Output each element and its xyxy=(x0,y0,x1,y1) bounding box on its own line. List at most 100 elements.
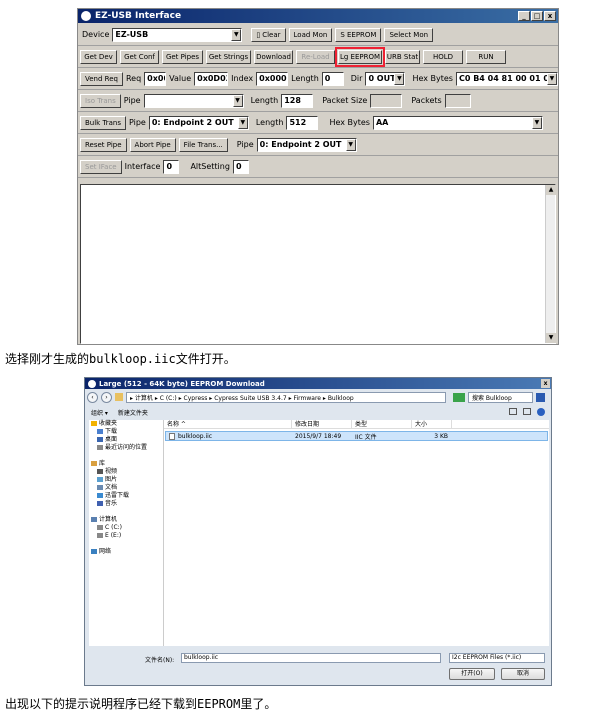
file-trans-button[interactable]: File Trans... xyxy=(178,137,228,152)
file-type-filter[interactable]: I2c EEPROM Files (*.iic) xyxy=(449,653,545,663)
bulk-trans-button[interactable]: Bulk Trans xyxy=(80,115,126,130)
reload-button[interactable]: Re-Load xyxy=(296,49,335,64)
device-select[interactable]: EZ-USB ▼ xyxy=(112,27,243,42)
file-row[interactable]: bulkloop.iic 2015/9/7 18:49 IIC 文件 3 KB xyxy=(165,431,548,441)
help-icon[interactable] xyxy=(537,408,545,416)
nav-item[interactable]: 视频 xyxy=(89,468,163,476)
nav-item[interactable]: 收藏夹 xyxy=(89,420,163,428)
interface-input[interactable]: 0 xyxy=(163,159,180,174)
length-input[interactable]: 0 xyxy=(321,71,344,86)
nav-item[interactable]: C (C:) xyxy=(89,524,163,532)
address-path[interactable]: ▸ 计算机 ▸ C (C:) ▸ Cypress ▸ Cypress Suite… xyxy=(126,391,446,403)
scroll-up-icon[interactable]: ▲ xyxy=(546,185,556,195)
refresh-icon[interactable] xyxy=(453,392,465,402)
nav-item-label: E (E:) xyxy=(105,532,122,539)
iso-pipe-select[interactable]: ▼ xyxy=(143,93,244,108)
abort-pipe-button[interactable]: Abort Pipe xyxy=(129,137,176,152)
nav-item[interactable]: 网络 xyxy=(89,548,163,556)
dialog-bottom: 文件名(N): bulkloop.iic I2c EEPROM Files (*… xyxy=(85,650,551,686)
nav-item-icon xyxy=(97,485,103,490)
view-icon[interactable] xyxy=(509,408,517,415)
nav-item[interactable]: 最近访问的位置 xyxy=(89,444,163,452)
column-date[interactable]: 修改日期 xyxy=(292,419,352,429)
organize-button[interactable]: 组织 ▾ xyxy=(91,408,108,417)
bulk-pipe-label: Pipe xyxy=(128,118,146,127)
forward-icon[interactable]: › xyxy=(101,391,112,403)
chevron-down-icon: ▼ xyxy=(546,72,557,85)
reset-pipe-button[interactable]: Reset Pipe xyxy=(80,137,127,152)
hold-button[interactable]: HOLD xyxy=(423,49,463,64)
packet-size-input[interactable] xyxy=(370,93,403,108)
column-type[interactable]: 类型 xyxy=(352,419,412,429)
index-input[interactable]: 0x0000 xyxy=(256,71,289,86)
packets-input[interactable] xyxy=(444,93,471,108)
preview-pane-icon[interactable] xyxy=(523,408,531,415)
nav-item[interactable]: 图片 xyxy=(89,476,163,484)
output-scrollbar[interactable]: ▲ ▼ xyxy=(545,185,556,343)
nav-item[interactable]: 迅雷下载 xyxy=(89,492,163,500)
output-textarea[interactable]: ▲ ▼ xyxy=(80,184,556,344)
s-eeprom-button[interactable]: S EEPROM xyxy=(335,27,382,42)
iso-trans-button[interactable]: Iso Trans xyxy=(80,93,121,108)
value-input[interactable]: 0x0D03 xyxy=(194,71,229,86)
urb-stat-button[interactable]: URB Stat xyxy=(385,49,420,64)
bulk-length-input[interactable]: 512 xyxy=(286,115,319,130)
lg-eeprom-button[interactable]: Lg EEPROM xyxy=(335,46,385,67)
iso-length-input[interactable]: 128 xyxy=(281,93,314,108)
set-iface-button[interactable]: Set IFace xyxy=(80,159,122,174)
nav-item[interactable]: 音乐 xyxy=(89,500,163,508)
nav-item-icon xyxy=(97,533,103,538)
nav-item-icon xyxy=(97,501,103,506)
nav-item[interactable]: 下载 xyxy=(89,428,163,436)
vend-req-button[interactable]: Vend Req xyxy=(80,71,123,86)
iso-pipe-label: Pipe xyxy=(123,96,141,105)
new-folder-button[interactable]: 新建文件夹 xyxy=(118,408,148,417)
select-mon-button[interactable]: Select Mon xyxy=(384,27,434,42)
dialog-title: Large (512 - 64K byte) EEPROM Download xyxy=(99,379,265,388)
get-dev-button[interactable]: Get Dev xyxy=(80,49,117,64)
address-bar-row: ‹ › ▸ 计算机 ▸ C (C:) ▸ Cypress ▸ Cypress S… xyxy=(85,390,551,404)
search-icon[interactable] xyxy=(536,392,545,402)
back-icon[interactable]: ‹ xyxy=(87,391,98,403)
maximize-button[interactable]: □ xyxy=(531,11,543,21)
load-mon-button[interactable]: Load Mon xyxy=(288,27,333,42)
minimize-button[interactable]: _ xyxy=(518,11,530,21)
alt-setting-input[interactable]: 0 xyxy=(232,159,249,174)
get-strings-button[interactable]: Get Strings xyxy=(206,49,251,64)
close-button[interactable]: x xyxy=(544,11,556,21)
file-open-dialog: Large (512 - 64K byte) EEPROM Download x… xyxy=(84,377,552,686)
get-conf-button[interactable]: Get Conf xyxy=(120,49,159,64)
nav-item[interactable]: 桌面 xyxy=(89,436,163,444)
search-input[interactable]: 搜索 Bulkloop xyxy=(468,391,533,403)
cancel-button[interactable]: 取消 xyxy=(501,668,545,680)
nav-item-label: 视频 xyxy=(105,468,118,475)
nav-item[interactable]: 库 xyxy=(89,460,163,468)
nav-item xyxy=(89,508,163,516)
close-icon[interactable]: x xyxy=(541,379,550,388)
nav-item[interactable]: 计算机 xyxy=(89,516,163,524)
hex-bytes-select[interactable]: C0 B4 04 81 00 01 00 ▼ xyxy=(455,71,558,86)
clear-button[interactable]: ▯ Clear xyxy=(251,27,286,42)
reset-pipe-select[interactable]: 0: Endpoint 2 OUT ▼ xyxy=(256,137,357,152)
nav-item[interactable]: 文档 xyxy=(89,484,163,492)
file-name: bulkloop.iic xyxy=(166,432,292,440)
download-button[interactable]: Download xyxy=(254,49,293,64)
ezusb-titlebar: EZ-USB Interface _ □ x xyxy=(78,9,558,23)
req-input[interactable]: 0x00 xyxy=(144,71,167,86)
column-size[interactable]: 大小 xyxy=(412,419,452,429)
get-pipes-button[interactable]: Get Pipes xyxy=(162,49,203,64)
nav-item-label: 最近访问的位置 xyxy=(105,444,148,451)
bulk-length-label: Length xyxy=(255,118,284,127)
nav-item-icon xyxy=(97,437,103,442)
bulk-hex-select[interactable]: AA ▼ xyxy=(372,115,543,130)
column-name[interactable]: 名称 ^ xyxy=(164,419,292,429)
filename-input[interactable]: bulkloop.iic xyxy=(181,653,441,663)
nav-item[interactable]: E (E:) xyxy=(89,532,163,540)
scroll-down-icon[interactable]: ▼ xyxy=(546,333,556,343)
file-icon xyxy=(169,432,175,440)
dir-select[interactable]: 0 OUT ▼ xyxy=(365,71,406,86)
bulk-pipe-select[interactable]: 0: Endpoint 2 OUT ▼ xyxy=(148,115,249,130)
run-button[interactable]: RUN xyxy=(466,49,506,64)
ezusb-window: EZ-USB Interface _ □ x Device EZ-USB ▼ ▯ C… xyxy=(77,8,559,345)
open-button[interactable]: 打开(O) xyxy=(449,668,495,680)
